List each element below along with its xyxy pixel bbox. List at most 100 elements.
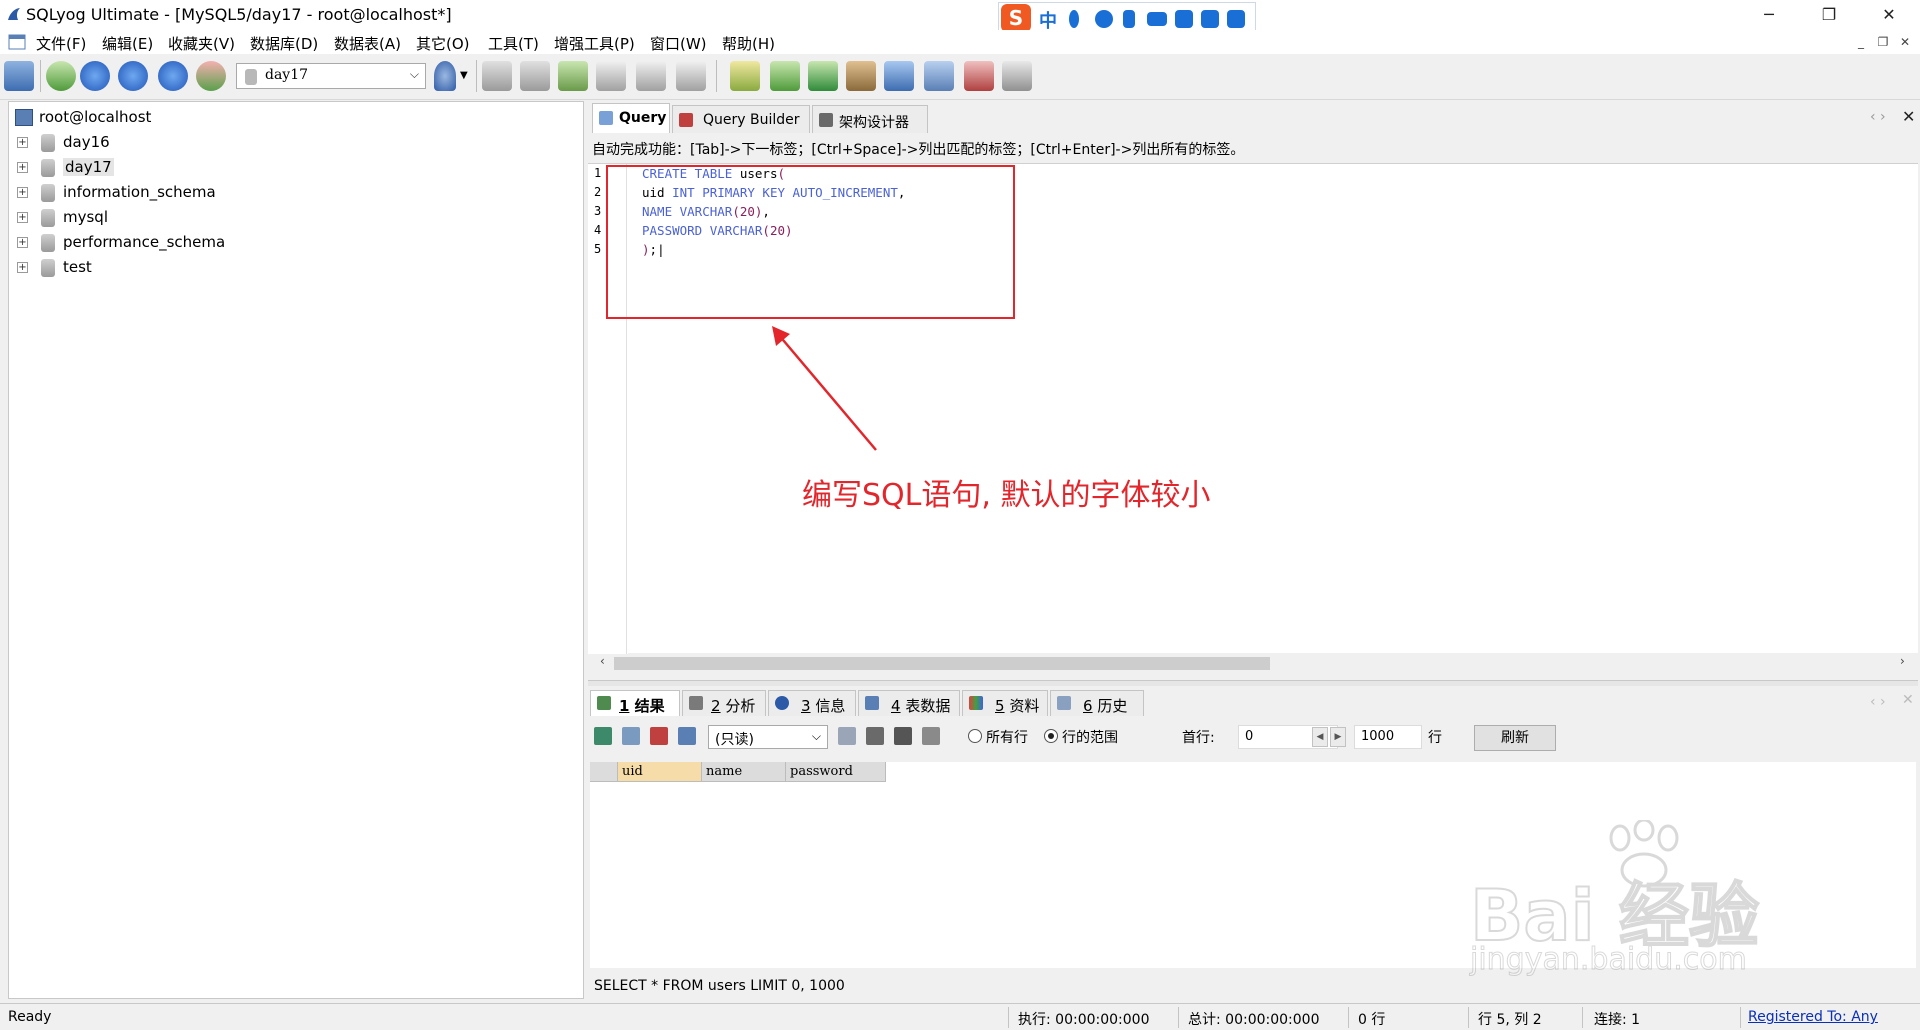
chevron-down-icon[interactable]: ⌵ xyxy=(812,729,821,744)
chevron-down-icon[interactable]: ⌵ xyxy=(410,67,419,82)
tree-root-node[interactable]: root@localhost xyxy=(9,106,579,130)
tab-query-builder[interactable]: Query Builder xyxy=(672,105,810,133)
form-view-icon[interactable] xyxy=(678,727,696,745)
tab-scroll-arrows-icon[interactable]: ‹ › xyxy=(1870,109,1886,125)
import-external-icon[interactable] xyxy=(846,61,876,91)
tree-root-label[interactable]: root@localhost xyxy=(39,108,151,126)
export-icon[interactable] xyxy=(594,727,612,745)
shirt-icon[interactable] xyxy=(1201,10,1219,28)
menu-file[interactable]: 文件(F) xyxy=(36,33,86,54)
expand-icon[interactable]: + xyxy=(17,162,28,173)
execute-and-edit-icon[interactable] xyxy=(158,61,188,91)
new-connection-icon[interactable] xyxy=(4,61,34,91)
menu-other[interactable]: 其它(O) xyxy=(416,33,470,54)
schema-sync-icon[interactable] xyxy=(884,61,914,91)
execute-query-icon[interactable] xyxy=(80,61,110,91)
schema-designer-icon[interactable] xyxy=(1002,61,1032,91)
tab-messages[interactable]: 3 信息 xyxy=(768,690,856,716)
tab-info[interactable]: 5 资料 xyxy=(962,690,1048,716)
row-range-label[interactable]: 行的范围 xyxy=(1062,727,1118,747)
user-dropdown-arrow-icon[interactable]: ▼ xyxy=(460,70,468,81)
row-header-corner[interactable] xyxy=(590,762,618,782)
execute-all-queries-icon[interactable] xyxy=(118,61,148,91)
menu-favorites[interactable]: 收藏夹(V) xyxy=(168,33,235,54)
column-header-name[interactable]: name xyxy=(702,762,786,782)
insert-row-icon[interactable] xyxy=(838,727,856,745)
tree-item-label[interactable]: day17 xyxy=(63,158,114,176)
notification-icon[interactable] xyxy=(924,61,954,91)
expand-icon[interactable]: + xyxy=(17,187,28,198)
import-icon[interactable] xyxy=(558,61,588,91)
tree-item-label[interactable]: information_schema xyxy=(63,183,216,201)
expand-icon[interactable]: + xyxy=(17,237,28,248)
tab-results[interactable]: 1 结果 xyxy=(590,690,680,716)
user-manager-icon[interactable] xyxy=(434,61,456,91)
punctuation-icon[interactable] xyxy=(1069,10,1079,28)
database-select[interactable]: day17 ⌵ xyxy=(236,63,426,89)
menu-database[interactable]: 数据库(D) xyxy=(250,33,318,54)
restore-button[interactable]: ❐ xyxy=(1806,0,1852,30)
scrollbar-thumb[interactable] xyxy=(614,657,1270,670)
document-window-icon[interactable] xyxy=(8,34,26,50)
tree-item-label[interactable]: test xyxy=(63,258,92,276)
tab-table-data[interactable]: 4 表数据 xyxy=(858,690,960,716)
microphone-icon[interactable] xyxy=(1123,10,1135,28)
menu-window[interactable]: 窗口(W) xyxy=(650,33,707,54)
delete-icon[interactable] xyxy=(894,727,912,745)
all-rows-radio[interactable] xyxy=(968,729,982,743)
tab-query[interactable]: Query xyxy=(592,103,670,133)
prev-page-icon[interactable]: ◀ xyxy=(1312,727,1328,747)
row-range-radio[interactable] xyxy=(1044,729,1058,743)
menu-tools[interactable]: 工具(T) xyxy=(488,33,539,54)
restore-database-icon[interactable] xyxy=(770,61,800,91)
tab-history[interactable]: 6 历史 xyxy=(1050,690,1144,716)
tab-schema-designer[interactable]: 架构设计器 xyxy=(812,105,928,133)
column-header-password[interactable]: password xyxy=(786,762,886,782)
close-panel-icon[interactable]: ✕ xyxy=(1902,692,1914,708)
report-icon[interactable] xyxy=(964,61,994,91)
tree-item-mysql[interactable]: + mysql xyxy=(9,206,579,230)
table-index-icon[interactable] xyxy=(676,61,706,91)
registration-link[interactable]: Registered To: Any xyxy=(1748,1009,1878,1025)
mdi-restore-button[interactable]: ❐ xyxy=(1874,34,1892,50)
tree-item-label[interactable]: performance_schema xyxy=(63,233,225,251)
save-icon[interactable] xyxy=(866,727,884,745)
tree-item-day17[interactable]: + day17 xyxy=(9,156,579,180)
user-icon[interactable] xyxy=(1175,10,1193,28)
text-view-icon[interactable] xyxy=(650,727,668,745)
tab-profiler[interactable]: 2 分析 xyxy=(682,690,766,716)
expand-icon[interactable]: + xyxy=(17,212,28,223)
cancel-changes-icon[interactable] xyxy=(922,727,940,745)
tab-scroll-arrows-icon[interactable]: ‹ › xyxy=(1870,694,1886,710)
menu-power-tools[interactable]: 增强工具(P) xyxy=(554,33,635,54)
mdi-close-button[interactable]: ✕ xyxy=(1896,34,1914,50)
emoji-icon[interactable] xyxy=(1095,10,1113,28)
tree-item-label[interactable]: mysql xyxy=(63,208,108,226)
table-data-icon[interactable] xyxy=(596,61,626,91)
column-header-uid[interactable]: uid xyxy=(618,762,702,782)
refresh-button[interactable]: 刷新 xyxy=(1474,725,1556,751)
scroll-right-icon[interactable]: › xyxy=(1900,654,1905,668)
scroll-left-icon[interactable]: ‹ xyxy=(600,654,605,668)
editor-horizontal-scrollbar[interactable]: ‹ › xyxy=(588,654,1918,672)
copy-icon[interactable] xyxy=(622,727,640,745)
create-database-icon[interactable] xyxy=(482,61,512,91)
table-structure-icon[interactable] xyxy=(636,61,666,91)
refresh-object-browser-icon[interactable] xyxy=(46,61,76,91)
next-page-icon[interactable]: ▶ xyxy=(1330,727,1346,747)
tree-item-test[interactable]: + test xyxy=(9,256,579,280)
tree-item-label[interactable]: day16 xyxy=(63,133,110,151)
expand-icon[interactable]: + xyxy=(17,137,28,148)
grid-apps-icon[interactable] xyxy=(1227,10,1245,28)
menu-table[interactable]: 数据表(A) xyxy=(334,33,401,54)
backup-icon[interactable] xyxy=(730,61,760,91)
mdi-minimize-button[interactable]: _ xyxy=(1852,34,1870,50)
close-tab-icon[interactable]: ✕ xyxy=(1902,107,1915,126)
tree-item-performance-schema[interactable]: + performance_schema xyxy=(9,231,579,255)
menu-help[interactable]: 帮助(H) xyxy=(722,33,775,54)
sogou-logo-icon[interactable]: S xyxy=(1001,4,1031,32)
expand-icon[interactable]: + xyxy=(17,262,28,273)
stop-query-icon[interactable] xyxy=(196,61,226,91)
close-button[interactable]: ✕ xyxy=(1866,0,1912,30)
tree-item-day16[interactable]: + day16 xyxy=(9,131,579,155)
